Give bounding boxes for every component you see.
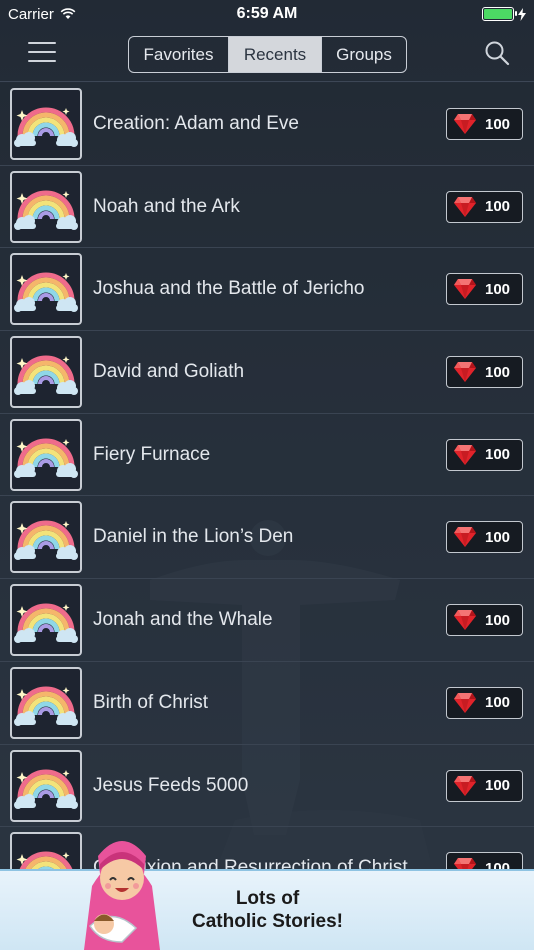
price-value: 100 [485, 446, 511, 464]
search-icon[interactable] [484, 40, 510, 66]
story-thumbnail [10, 88, 82, 160]
story-row[interactable]: Jonah and the Whale 100 [0, 579, 534, 662]
price-value: 100 [485, 115, 511, 133]
status-bar: Carrier 6:59 AM [0, 0, 534, 28]
ruby-gem-icon [454, 114, 476, 134]
hamburger-icon-line [28, 42, 56, 44]
tab-recents[interactable]: Recents [229, 37, 322, 72]
story-thumbnail [10, 418, 82, 491]
price-value: 100 [485, 859, 511, 869]
story-row[interactable]: Creation: Adam and Eve 100 [0, 83, 534, 166]
price-value: 100 [485, 198, 511, 216]
ruby-gem-icon [454, 279, 476, 300]
price-value: 100 [485, 280, 511, 298]
story-title: David and Goliath [93, 361, 245, 383]
girl-with-baby-illustration [84, 841, 160, 950]
price-button[interactable]: 100 [446, 521, 523, 554]
segmented-control: Favorites Recents Groups [128, 36, 407, 73]
price-button[interactable]: 100 [446, 604, 523, 637]
price-button[interactable]: 100 [446, 438, 523, 471]
story-row[interactable]: Joshua and the Battle of Jericho 100 [0, 248, 534, 332]
story-thumbnail [10, 749, 82, 822]
story-thumbnail [10, 253, 82, 326]
story-thumbnail [10, 336, 82, 409]
banner-text: Lots of Catholic Stories! [160, 887, 375, 933]
story-row[interactable]: David and Goliath 100 [0, 331, 534, 414]
battery-icon [482, 7, 517, 21]
banner-line-2: Catholic Stories! [192, 911, 343, 932]
hamburger-icon-line [28, 60, 56, 62]
story-row[interactable]: Fiery Furnace 100 [0, 413, 534, 497]
price-value: 100 [485, 694, 511, 712]
ruby-gem-icon [454, 196, 476, 217]
story-row[interactable]: Daniel in the Lion’s Den 100 [0, 496, 534, 580]
story-title: Joshua and the Battle of Jericho [93, 278, 365, 300]
story-row[interactable]: Noah and the Ark 100 [0, 165, 534, 249]
rainbow-icon [14, 190, 78, 230]
charging-bolt-icon [518, 7, 526, 21]
menu-button[interactable] [28, 42, 56, 66]
story-title: Jonah and the Whale [93, 609, 273, 631]
status-left: Carrier [8, 6, 76, 23]
rainbow-icon [14, 438, 78, 478]
navigation-bar: Favorites Recents Groups [0, 28, 534, 82]
tab-groups[interactable]: Groups [322, 37, 406, 72]
story-row[interactable]: Crucifixion and Resurrection of Christ 1… [0, 827, 534, 869]
price-button[interactable]: 100 [446, 356, 523, 389]
ruby-gem-icon [454, 858, 476, 869]
story-thumbnail [10, 170, 82, 243]
status-time: 6:59 AM [236, 5, 298, 22]
rainbow-icon [14, 769, 78, 809]
rainbow-icon [14, 686, 78, 726]
ruby-gem-icon [454, 610, 476, 631]
rainbow-icon [14, 603, 78, 644]
price-value: 100 [485, 777, 511, 794]
price-button[interactable]: 100 [446, 190, 523, 223]
story-thumbnail [10, 501, 82, 574]
rainbow-icon [14, 520, 78, 561]
price-button[interactable]: 100 [446, 686, 523, 719]
story-title: Daniel in the Lion’s Den [93, 526, 294, 548]
ruby-gem-icon [454, 527, 476, 548]
price-value: 100 [485, 528, 511, 546]
story-list: Creation: Adam and Eve 100 Noah and the … [0, 83, 534, 869]
story-title: Birth of Christ [93, 691, 209, 713]
ruby-gem-icon [454, 775, 476, 796]
banner-line-1: Lots of [235, 888, 300, 909]
ruby-gem-icon [454, 444, 476, 465]
hamburger-icon-line [28, 51, 56, 53]
tab-favorites[interactable]: Favorites [129, 37, 229, 72]
price-button[interactable]: 100 [446, 273, 523, 306]
rainbow-icon [14, 107, 78, 147]
price-button[interactable]: 100 [446, 108, 523, 140]
price-button[interactable]: 100 [446, 769, 523, 802]
story-thumbnail [10, 832, 82, 869]
ruby-gem-icon [454, 362, 476, 383]
story-thumbnail [10, 584, 82, 657]
ruby-gem-icon [454, 692, 476, 713]
story-title: Creation: Adam and Eve [93, 113, 299, 134]
story-thumbnail [10, 666, 82, 739]
story-title: Noah and the Ark [93, 195, 240, 217]
rainbow-icon [14, 355, 78, 396]
price-value: 100 [485, 611, 511, 629]
rainbow-icon [16, 851, 73, 869]
story-title: Fiery Furnace [93, 443, 211, 465]
story-row[interactable]: Jesus Feeds 5000 100 [0, 744, 534, 828]
price-button[interactable]: 100 [446, 852, 523, 869]
status-right [482, 7, 526, 21]
rainbow-icon [14, 272, 78, 313]
wifi-icon [60, 8, 76, 19]
story-title: Jesus Feeds 5000 [93, 774, 249, 796]
carrier-label: Carrier [8, 5, 54, 23]
ad-banner[interactable]: Lots of Catholic Stories! [0, 869, 534, 950]
story-row[interactable]: Birth of Christ 100 [0, 661, 534, 745]
price-value: 100 [485, 363, 511, 381]
